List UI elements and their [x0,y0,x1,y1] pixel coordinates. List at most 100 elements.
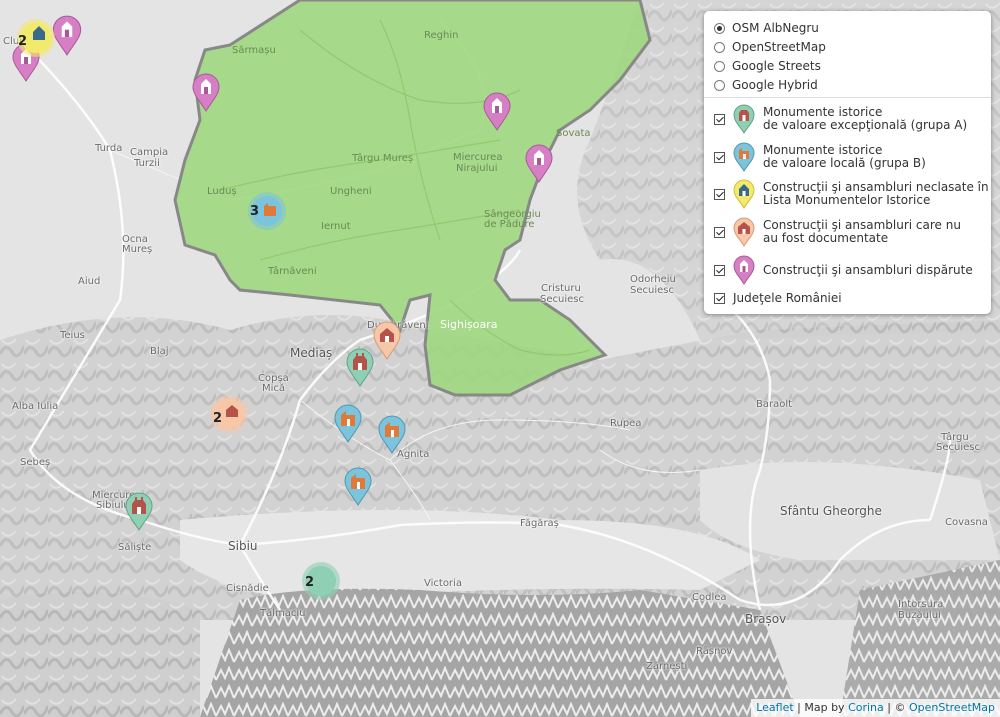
overlay-unlisted[interactable]: Construcţii şi ansambluri neclasate în L… [714,179,989,209]
overlay-label: Judeţele României [733,291,842,305]
overlay-label: Monumente istorice de valoare locală (gr… [763,143,926,170]
place-label: Aiud [78,276,101,287]
place-label: Mediaș [290,346,333,360]
place-label: Mureș [122,244,153,255]
place-label: Săliște [118,542,152,553]
place-label: Sfântu Gheorghe [780,504,882,518]
place-label: Târnăveni [268,266,317,277]
place-label: Râsnov [696,646,733,657]
place-label: Baraolt [756,399,793,410]
place-label: Tălmaciu [260,608,306,619]
checkbox[interactable] [714,188,725,200]
cluster-marker[interactable]: 2 [17,19,55,57]
leaflet-link[interactable]: Leaflet [756,701,793,714]
cluster-count: 2 [305,575,315,590]
place-label: Turzii [134,158,160,169]
place-label: Miercurea [453,152,503,163]
overlay-counties[interactable]: Judeţele României [714,292,842,305]
separator [704,97,991,98]
cluster-marker[interactable]: 2 [302,562,340,600]
overlay-label: Monumente istorice de valoare excepţiona… [763,105,968,132]
base-layer-label: OSM AlbNegru [732,21,819,35]
place-label: Odorheiu [630,274,676,285]
checkbox[interactable] [714,113,725,125]
cluster-count: 3 [250,204,260,219]
place-label: Mică [262,383,286,394]
place-label: Sovata [556,128,591,139]
unlisted-building-icon [33,26,45,40]
place-label: Secuiesc [540,294,584,305]
cluster-marker[interactable]: 3 [248,192,286,230]
monument-group-a-marker[interactable] [124,491,154,531]
place-label: Turda [95,143,123,154]
unlisted-building-icon [733,179,755,209]
disappeared-building-marker[interactable] [482,91,512,131]
author-link[interactable]: Corina [848,701,884,714]
overlay-disappeared[interactable]: Construcţii şi ansambluri dispărute [714,255,973,285]
undocumented-building-icon [226,405,238,417]
place-label: Sebeș [20,457,51,468]
place-label: Zărnești [646,661,688,672]
base-layer-google-hybrid[interactable]: Google Hybrid [714,77,818,93]
map-view[interactable]: Cluj Turda Campia Turzii Ocna Mureș Aiud Teius B… [0,0,1000,717]
place-label: Alba Iulia [12,401,59,412]
place-label: Sărmașu [232,45,276,56]
overlay-group-b[interactable]: Monumente istorice de valoare locală (gr… [714,142,926,172]
place-label: Reghin [424,30,459,41]
place-label: Cisnădie [226,583,269,594]
place-label: Intorsura [898,599,944,610]
monument-group-b-marker[interactable] [333,403,363,443]
base-layer-openstreetmap[interactable]: OpenStreetMap [714,39,826,55]
overlay-undocumented[interactable]: Construcţii şi ansambluri care nu au fos… [714,217,961,247]
cluster-marker[interactable]: 2 [210,395,248,433]
overlay-label: Construcţii şi ansambluri dispărute [763,262,973,277]
base-layer-google-streets[interactable]: Google Streets [714,58,821,74]
monument-group-b-marker[interactable] [343,466,373,506]
cluster-count: 2 [213,411,223,426]
radio-button[interactable] [714,41,725,53]
overlay-label: Construcţii şi ansambluri neclasate în L… [763,180,989,207]
place-label: Secuiesc [630,285,674,296]
disappeared-building-marker[interactable] [50,14,84,56]
cluster-count: 2 [18,34,28,49]
monument-group-b-marker[interactable] [377,414,407,454]
place-label: Buzăului [898,610,941,621]
place-label: Sighișoara [440,318,498,331]
monument-group-a-icon [733,104,755,134]
place-label: Blaj [150,346,169,357]
place-label: de Pădure [484,219,535,230]
overlay-label: Construcţii şi ansambluri care nu au fos… [763,218,961,245]
disappeared-building-marker[interactable] [524,143,554,183]
layer-control: OSM AlbNegru OpenStreetMap Google Street… [704,11,991,314]
place-label: Rupea [610,418,642,429]
place-label: Iernut [321,221,351,232]
place-label: Nirajului [456,163,498,174]
undocumented-building-icon [733,217,755,247]
overlay-group-a[interactable]: Monumente istorice de valoare excepţiona… [714,104,967,134]
place-label: Cristuru [541,283,581,294]
monument-group-b-icon [264,203,276,216]
map-attribution: Leaflet | Map by Corina | © OpenStreetMa… [751,699,1000,717]
base-layer-label: Google Streets [732,59,821,73]
place-label: Covasna [945,517,988,528]
attribution-text: | © [883,701,909,714]
checkbox[interactable] [714,293,725,304]
osm-link[interactable]: OpenStreetMap [909,701,995,714]
radio-button[interactable] [714,60,725,72]
checkbox[interactable] [714,226,725,238]
radio-button[interactable] [714,22,725,34]
undocumented-building-marker[interactable] [372,320,402,360]
base-layer-label: Google Hybrid [732,78,818,92]
base-layer-osm-albnegru[interactable]: OSM AlbNegru [714,20,819,36]
checkbox[interactable] [714,264,725,276]
attribution-text: | Map by [793,701,849,714]
monument-group-b-icon [733,142,755,172]
place-label: Teius [60,330,85,341]
place-label: Făgăraș [520,518,559,529]
disappeared-building-marker[interactable] [191,72,221,112]
radio-button[interactable] [714,79,725,91]
monument-group-a-marker[interactable] [345,347,375,387]
disappeared-building-icon [733,255,755,285]
place-label: Codlea [692,592,727,603]
checkbox[interactable] [714,151,725,163]
